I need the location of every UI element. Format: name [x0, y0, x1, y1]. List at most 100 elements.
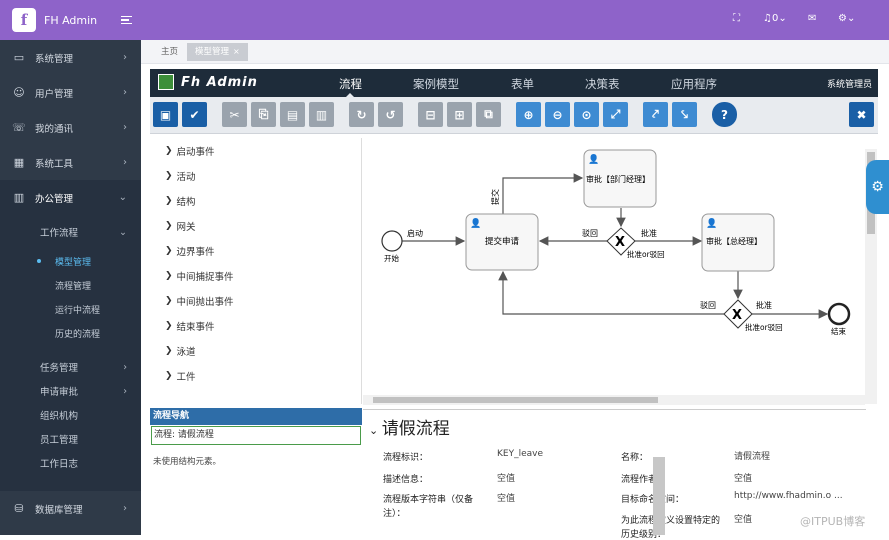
close-icon[interactable]: ✖	[849, 102, 874, 127]
save-icon[interactable]: ▣	[153, 102, 178, 127]
zoom-actual-icon[interactable]: ⊙	[574, 102, 599, 127]
start-event[interactable]	[381, 230, 403, 252]
end-event[interactable]	[827, 302, 851, 326]
check-icon[interactable]: ✔	[182, 102, 207, 127]
editor-logo: Fh Admin	[158, 74, 258, 90]
settings-gear-icon[interactable]: ⚙	[866, 160, 889, 214]
properties-scrollbar[interactable]	[653, 457, 665, 535]
prop-value-id[interactable]: KEY_leave	[497, 449, 543, 459]
submenu-model-management[interactable]: 模型管理	[0, 249, 141, 273]
delete-icon[interactable]: ▥	[309, 102, 334, 127]
fullscreen-icon[interactable]: ⛶	[733, 13, 740, 24]
prop-label-id: 流程标识：	[383, 453, 429, 463]
approve1-label: 批准	[641, 228, 657, 238]
facebook-logo-icon: f	[12, 8, 36, 32]
topbar: ⛶ ♫0⌄ ✉ ⚙⌄	[141, 0, 889, 40]
submenu-work-log[interactable]: 工作日志	[0, 451, 141, 475]
zoom-out-icon[interactable]: ⊖	[545, 102, 570, 127]
chevron-right-icon: ❯	[165, 195, 173, 206]
palette-group[interactable]: ❯ 结构	[150, 188, 361, 213]
palette-group[interactable]: ❯ 泳道	[150, 338, 361, 363]
align-vertical-icon[interactable]: ⊞	[447, 102, 472, 127]
submenu-task-management[interactable]: 任务管理 ›	[0, 355, 141, 379]
align-horizontal-icon[interactable]: ⊟	[418, 102, 443, 127]
palette-group[interactable]: ❯ 活动	[150, 163, 361, 188]
cut-icon[interactable]: ✂	[222, 102, 247, 127]
exclusive-gateway-icon: X	[732, 308, 742, 323]
sidebar-item-tools[interactable]: ▦ 系统工具 ›	[0, 145, 141, 180]
palette-group[interactable]: ❯ 工件	[150, 363, 361, 388]
add-bendpoint-icon[interactable]: ⤤	[643, 102, 668, 127]
help-icon[interactable]: ?	[712, 102, 737, 127]
submenu-running-process[interactable]: 运行中流程	[0, 297, 141, 321]
palette-group[interactable]: ❯ 边界事件	[150, 238, 361, 263]
palette-group[interactable]: ❯ 启动事件	[150, 138, 361, 163]
submenu-history-process[interactable]: 历史的流程	[0, 321, 141, 345]
gear-icon[interactable]: ⚙⌄	[838, 13, 855, 24]
prop-value-name[interactable]: 请假流程	[734, 449, 770, 462]
prop-value-namespace[interactable]: http://www.fhadmin.o ...	[734, 491, 843, 501]
tab-bar: 主页 模型管理 ×	[141, 40, 889, 64]
brand[interactable]: f FH Admin	[0, 0, 141, 40]
canvas-horizontal-scrollbar[interactable]	[363, 395, 865, 405]
submenu-workflow[interactable]: 工作流程 ⌄	[0, 215, 141, 249]
tab-model-management[interactable]: 模型管理 ×	[187, 43, 248, 61]
nav-application[interactable]: 应用程序	[671, 76, 717, 92]
bell-icon[interactable]: ♫0⌄	[763, 13, 787, 24]
redo-icon[interactable]: ↻	[349, 102, 374, 127]
process-navigator-item[interactable]: 流程: 请假流程	[151, 426, 361, 445]
user-icon: 👤	[588, 153, 599, 165]
palette-group[interactable]: ❯ 结束事件	[150, 313, 361, 338]
palette-group[interactable]: ❯ 中间抛出事件	[150, 288, 361, 313]
sidebar-item-contacts[interactable]: ☏ 我的通讯 ›	[0, 110, 141, 145]
chevron-down-icon: ⌄	[369, 424, 382, 437]
paste-icon[interactable]: ▤	[280, 102, 305, 127]
app-name: FH Admin	[44, 13, 98, 27]
mail-icon[interactable]: ✉	[808, 13, 816, 24]
chevron-right-icon: ❯	[165, 345, 173, 356]
submenu-process-management[interactable]: 流程管理	[0, 273, 141, 297]
prop-value-version[interactable]: 空值	[497, 491, 515, 504]
palette-group[interactable]: ❯ 网关	[150, 213, 361, 238]
diagram-canvas[interactable]: 开始 启动 👤 提交申请 提交 👤 审批【部门经理】 X 驳回 批准 批准or驳…	[363, 140, 878, 405]
sidebar-item-database[interactable]: ⛁ 数据库管理 ›	[0, 491, 141, 526]
properties-panel: ⌄ 请假流程 流程标识： KEY_leave 名称： 请假流程 描述信息： 空值…	[363, 409, 866, 540]
end-label: 结束	[831, 326, 846, 336]
undo-icon[interactable]: ↺	[378, 102, 403, 127]
fh-logo-icon	[158, 74, 174, 90]
sidebar-item-system[interactable]: ▭ 系统管理 ›	[0, 40, 141, 75]
properties-title[interactable]: ⌄ 请假流程	[369, 414, 450, 439]
chevron-right-icon: ❯	[165, 170, 173, 181]
prop-value-author[interactable]: 空值	[734, 471, 752, 484]
submenu-approval[interactable]: 申请审批 ›	[0, 379, 141, 403]
nav-decision-table[interactable]: 决策表	[585, 76, 620, 92]
flow-submit[interactable]	[502, 173, 584, 214]
resize-icon[interactable]: ⧉	[476, 102, 501, 127]
sidebar-item-users[interactable]: ☺ 用户管理 ›	[0, 75, 141, 110]
prop-value-history[interactable]: 空值	[734, 512, 752, 525]
flow-reject2[interactable]	[498, 270, 724, 315]
submenu-organization[interactable]: 组织机构	[0, 403, 141, 427]
close-icon[interactable]: ×	[233, 47, 240, 56]
submenu-staff[interactable]: 员工管理	[0, 427, 141, 451]
zoom-in-icon[interactable]: ⊕	[516, 102, 541, 127]
approve2-label: 批准	[756, 300, 772, 310]
task-gm-label: 审批【总经理】	[706, 236, 762, 246]
editor-user[interactable]: 系统管理员	[827, 77, 872, 90]
nav-process[interactable]: 流程	[339, 76, 362, 92]
chevron-right-icon: ›	[123, 87, 127, 98]
scrollbar-thumb[interactable]	[373, 397, 658, 403]
sidebar-item-office[interactable]: ▥ 办公管理 ⌄	[0, 180, 141, 215]
remove-bendpoint-icon[interactable]: ⤥	[672, 102, 697, 127]
chevron-right-icon: ❯	[165, 245, 173, 256]
monitor-icon: ▭	[13, 51, 25, 64]
copy-icon[interactable]: ⎘	[251, 102, 276, 127]
nav-form[interactable]: 表单	[511, 76, 534, 92]
phone-icon: ☏	[12, 121, 26, 134]
menu-toggle-icon[interactable]	[121, 15, 133, 25]
tab-home[interactable]: 主页	[153, 43, 186, 61]
nav-case-model[interactable]: 案例模型	[413, 76, 459, 92]
prop-value-description[interactable]: 空值	[497, 471, 515, 484]
zoom-fit-icon[interactable]: ⤢	[603, 102, 628, 127]
palette-group[interactable]: ❯ 中间捕捉事件	[150, 263, 361, 288]
